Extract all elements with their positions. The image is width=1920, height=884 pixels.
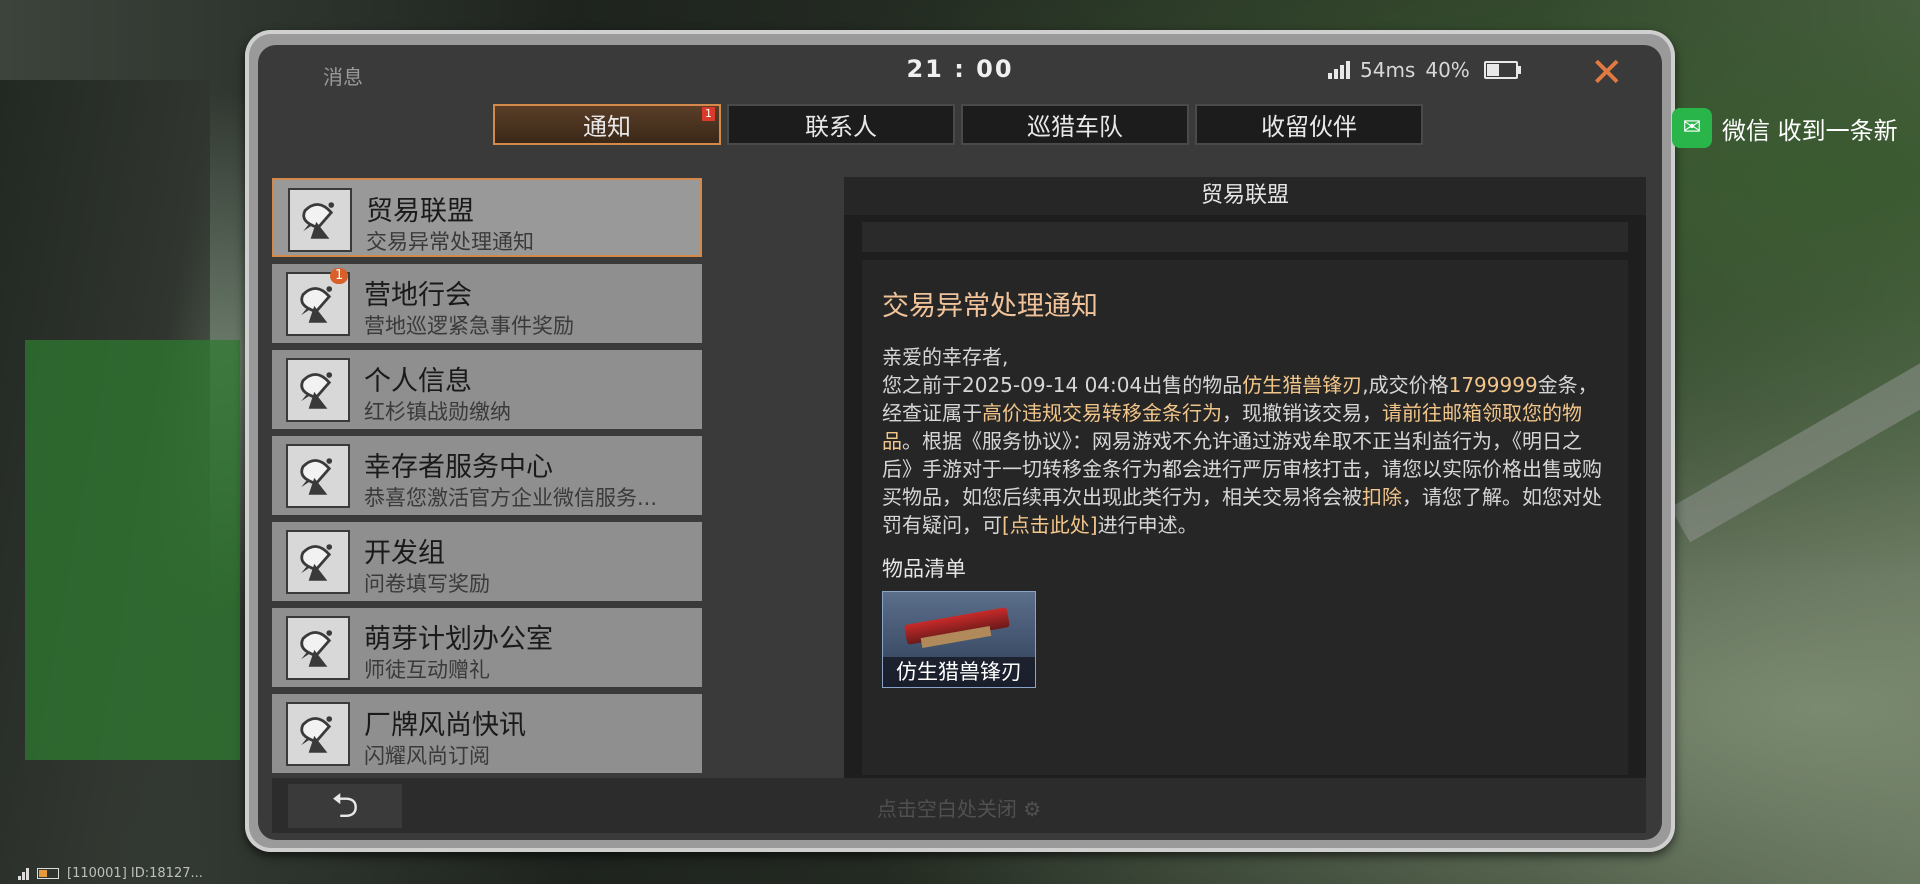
tab-bar: 通知 1 联系人 巡猎车队 收留伙伴 bbox=[493, 104, 1423, 145]
list-item-subtitle: 营地巡逻紧急事件奖励 bbox=[364, 314, 574, 338]
satellite-dish-icon bbox=[288, 188, 352, 252]
list-item[interactable]: 个人信息红杉镇战勋缴纳 bbox=[272, 350, 702, 429]
signal-icon bbox=[1328, 61, 1350, 79]
message-detail: 贸易联盟 交易异常处理通知 亲爱的幸存者, 您之前于2025-09-14 04:… bbox=[844, 177, 1646, 783]
list-item-title: 幸存者服务中心 bbox=[364, 452, 553, 483]
battery-icon bbox=[37, 868, 59, 879]
list-item-subtitle: 红杉镇战勋缴纳 bbox=[364, 400, 511, 424]
list-item[interactable]: 幸存者服务中心恭喜您激活官方企业微信服务... bbox=[272, 436, 702, 515]
greeting: 亲爱的幸存者, bbox=[882, 345, 1009, 369]
satellite-dish-icon bbox=[286, 358, 350, 422]
satellite-dish-icon bbox=[286, 444, 350, 508]
list-item-subtitle: 闪耀风尚订阅 bbox=[364, 744, 490, 768]
status-indicators: 54ms 40% bbox=[1328, 58, 1521, 82]
satellite-dish-icon bbox=[286, 702, 350, 766]
detail-header: 贸易联盟 bbox=[844, 177, 1646, 215]
message-screen: 消息 21 : 00 54ms 40% ✕ 通知 1 联系人 巡猎车队 收留伙伴… bbox=[258, 45, 1662, 840]
ping-label: 54ms bbox=[1360, 58, 1416, 82]
tab-companions[interactable]: 收留伙伴 bbox=[1195, 104, 1423, 145]
list-item[interactable]: 萌芽计划办公室师徒互动赠礼 bbox=[272, 608, 702, 687]
signal-icon bbox=[18, 867, 29, 880]
list-item-title: 营地行会 bbox=[364, 280, 472, 311]
notification-badge: 1 bbox=[702, 107, 715, 121]
list-item-subtitle: 问卷填写奖励 bbox=[364, 572, 490, 596]
message-list[interactable]: 贸易联盟交易异常处理通知 1 营地行会营地巡逻紧急事件奖励个人信息红杉镇战勋缴纳幸存… bbox=[272, 178, 702, 778]
items-label: 物品清单 bbox=[882, 557, 966, 581]
background-green-panel bbox=[25, 340, 240, 760]
list-item-title: 萌芽计划办公室 bbox=[364, 624, 553, 655]
bottom-bar[interactable]: ⮌ 点击空白处关闭 ⚙ bbox=[272, 778, 1646, 833]
list-item-title: 开发组 bbox=[364, 538, 445, 569]
tab-contacts[interactable]: 联系人 bbox=[727, 104, 955, 145]
list-item-subtitle: 交易异常处理通知 bbox=[366, 230, 534, 254]
unread-badge: 1 bbox=[330, 268, 349, 284]
deduct-highlight: 扣除 bbox=[1362, 485, 1402, 509]
body-text: ，现撤销该交易， bbox=[1222, 401, 1382, 425]
close-icon[interactable]: ✕ bbox=[1590, 53, 1624, 93]
battery-label: 40% bbox=[1425, 58, 1470, 82]
message-title: 交易异常处理通知 bbox=[882, 291, 1098, 322]
wechat-icon: ✉ bbox=[1672, 108, 1712, 148]
list-item-title: 厂牌风尚快讯 bbox=[364, 710, 526, 741]
detail-content[interactable]: 交易异常处理通知 亲爱的幸存者, 您之前于2025-09-14 04:04出售的… bbox=[862, 260, 1628, 775]
satellite-dish-icon bbox=[286, 616, 350, 680]
detail-divider bbox=[862, 222, 1628, 252]
wechat-notification-text: 微信 收到一条新 bbox=[1722, 116, 1898, 145]
player-id: [110001] ID:18127... bbox=[67, 866, 203, 881]
body-text: ,成交价格 bbox=[1362, 373, 1449, 397]
list-item-subtitle: 恭喜您激活官方企业微信服务... bbox=[364, 486, 658, 510]
appeal-link[interactable]: [点击此处] bbox=[1002, 513, 1098, 537]
list-item-title: 贸易联盟 bbox=[366, 196, 474, 227]
violation-highlight: 高价违规交易转移金条行为 bbox=[982, 401, 1222, 425]
attached-item-name: 仿生猎兽锋刃 bbox=[883, 657, 1035, 687]
tab-notifications[interactable]: 通知 1 bbox=[493, 104, 721, 145]
satellite-dish-icon bbox=[286, 530, 350, 594]
tab-hunting-squad[interactable]: 巡猎车队 bbox=[961, 104, 1189, 145]
list-item-subtitle: 师徒互动赠礼 bbox=[364, 658, 490, 682]
price-highlight: 1799999 bbox=[1448, 373, 1538, 397]
body-text: 您之前于2025-09-14 04:04出售的物品 bbox=[882, 373, 1243, 397]
list-item[interactable]: 贸易联盟交易异常处理通知 bbox=[272, 178, 702, 257]
body-text: 进行申述。 bbox=[1097, 513, 1198, 537]
message-paragraph: 您之前于2025-09-14 04:04出售的物品仿生猎兽锋刃,成交价格1799… bbox=[882, 371, 1608, 539]
list-item[interactable]: 厂牌风尚快讯闪耀风尚订阅 bbox=[272, 694, 702, 773]
list-item-title: 个人信息 bbox=[364, 366, 472, 397]
wechat-notification[interactable]: ✉ 微信 收到一条新 bbox=[1672, 108, 1898, 148]
message-body: 亲爱的幸存者, 您之前于2025-09-14 04:04出售的物品仿生猎兽锋刃,… bbox=[882, 343, 1608, 539]
attached-item-card[interactable]: 仿生猎兽锋刃 bbox=[882, 591, 1036, 688]
list-item[interactable]: 1 营地行会营地巡逻紧急事件奖励 bbox=[272, 264, 702, 343]
item-name-highlight: 仿生猎兽锋刃 bbox=[1242, 373, 1363, 397]
close-hint[interactable]: 点击空白处关闭 ⚙ bbox=[272, 793, 1646, 822]
footer-status: [110001] ID:18127... bbox=[18, 866, 203, 881]
battery-icon bbox=[1483, 61, 1521, 79]
list-item[interactable]: 开发组 问卷填写奖励 bbox=[272, 522, 702, 601]
